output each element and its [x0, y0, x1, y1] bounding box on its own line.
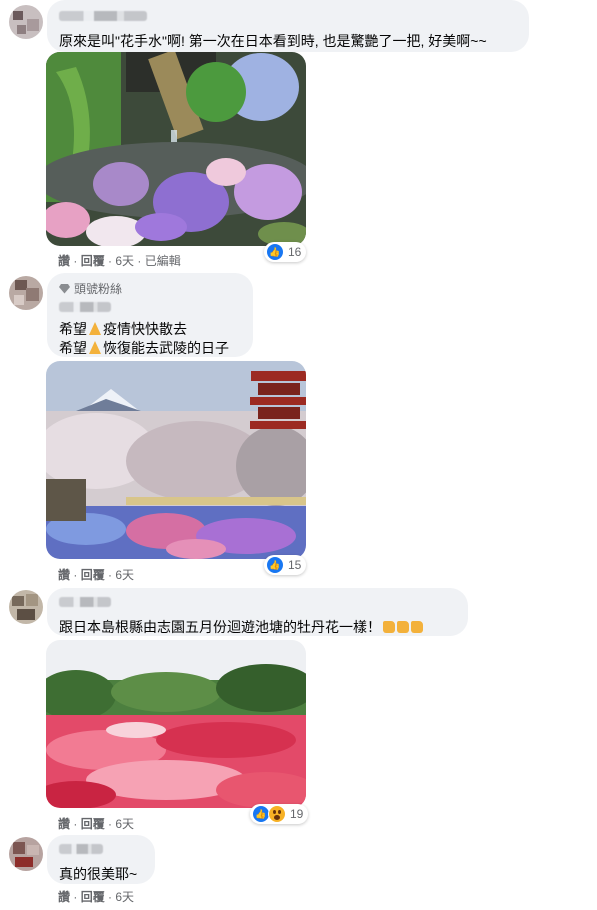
comment-bubble: 原來是叫"花手水"啊! 第一次在日本看到時, 也是驚艷了一把, 好美啊~~	[47, 0, 529, 52]
timestamp[interactable]: 6天	[115, 254, 134, 268]
timestamp[interactable]: 6天	[115, 890, 134, 904]
like-link[interactable]: 讚	[58, 890, 70, 904]
commenter-name[interactable]	[59, 302, 111, 312]
thumbs-up-emoji-icon	[383, 621, 395, 633]
avatar[interactable]	[9, 276, 43, 310]
comment-actions: 讚 · 回覆 · 6天	[58, 890, 135, 904]
wow-face-icon	[268, 805, 286, 823]
like-link[interactable]: 讚	[58, 817, 70, 831]
commenter-name[interactable]	[59, 11, 147, 21]
thumbs-up-icon: 👍	[266, 243, 284, 261]
comment-text-line: 希望 疫情快快散去	[59, 321, 187, 337]
comment-text: 跟日本島根縣由志園五月份迴遊池塘的牡丹花一樣！	[59, 618, 456, 637]
reaction-count: 19	[290, 807, 304, 821]
thumbs-up-icon: 👍	[266, 556, 284, 574]
comment-actions: 讚 · 回覆 · 6天	[58, 817, 135, 831]
comment-text: 真的很美耶~	[59, 866, 138, 882]
timestamp[interactable]: 6天	[115, 568, 134, 582]
timestamp[interactable]: 6天	[115, 817, 134, 831]
reaction-summary[interactable]: 👍 16	[264, 242, 307, 262]
avatar[interactable]	[9, 5, 43, 39]
diamond-icon	[59, 284, 70, 294]
comment-photo[interactable]	[46, 640, 306, 808]
comment-text-line: 希望 恢復能去武陵的日子	[59, 340, 229, 356]
commenter-name[interactable]	[59, 844, 103, 854]
avatar[interactable]	[9, 837, 43, 871]
comment-actions: 讚 · 回覆 · 6天 · 已編輯	[58, 254, 181, 268]
folded-hands-icon	[89, 341, 101, 354]
avatar[interactable]	[9, 590, 43, 624]
like-link[interactable]: 讚	[58, 568, 70, 582]
reply-link[interactable]: 回覆	[81, 254, 105, 268]
comment-actions: 讚 · 回覆 · 6天	[58, 568, 135, 582]
reaction-summary[interactable]: 👍 15	[264, 555, 307, 575]
thumbs-up-emoji-icon	[397, 621, 409, 633]
comment-photo[interactable]	[46, 52, 306, 246]
reaction-count: 15	[288, 558, 302, 572]
commenter-name[interactable]	[59, 597, 111, 607]
reply-link[interactable]: 回覆	[81, 817, 105, 831]
reply-link[interactable]: 回覆	[81, 568, 105, 582]
thumbs-up-emoji-icon	[411, 621, 423, 633]
edited-label: 已編輯	[144, 254, 181, 268]
comment-bubble: 真的很美耶~	[47, 835, 155, 884]
reply-link[interactable]: 回覆	[81, 890, 105, 904]
reaction-count: 16	[288, 245, 302, 259]
reaction-summary[interactable]: 👍 19	[250, 804, 309, 824]
top-fan-badge[interactable]: 頭號粉絲	[59, 280, 241, 297]
comment-bubble: 跟日本島根縣由志園五月份迴遊池塘的牡丹花一樣！	[47, 588, 468, 636]
like-link[interactable]: 讚	[58, 254, 70, 268]
comment-photo[interactable]	[46, 361, 306, 559]
comment-bubble: 頭號粉絲 希望 疫情快快散去 希望 恢復能去武陵的日子	[47, 273, 253, 357]
folded-hands-icon	[89, 322, 101, 335]
comment-text: 原來是叫"花手水"啊! 第一次在日本看到時, 也是驚艷了一把, 好美啊~~	[59, 33, 487, 49]
